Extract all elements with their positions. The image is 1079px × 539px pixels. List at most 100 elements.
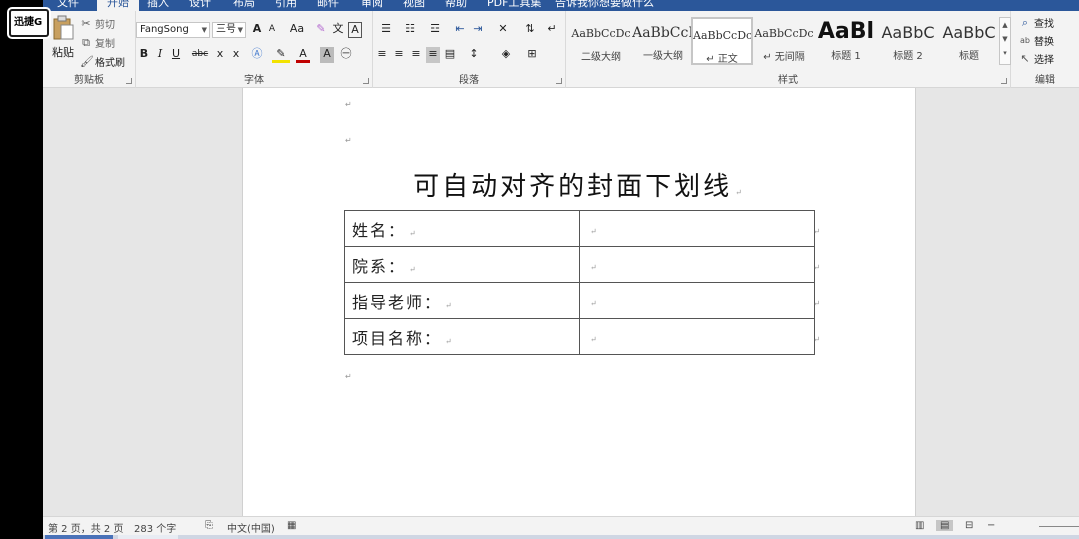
clipboard-launcher-icon[interactable] bbox=[126, 78, 132, 84]
cell-mark: ↵ bbox=[445, 336, 454, 346]
table-cell-label[interactable]: 院系： ↵ bbox=[344, 246, 580, 283]
zoom-out-icon[interactable]: − bbox=[987, 520, 995, 531]
styles-group-label: 样式 bbox=[778, 75, 798, 86]
tell-me-search[interactable]: 告诉我你想要做什么 bbox=[555, 0, 654, 10]
style-sample: AaBbC bbox=[942, 23, 996, 42]
tab-home[interactable]: 开始 bbox=[97, 0, 139, 11]
web-layout-icon[interactable]: ⊟ bbox=[965, 520, 973, 531]
cell-mark: ↵ bbox=[590, 227, 599, 236]
replace-button[interactable]: ab 替换 bbox=[1019, 33, 1054, 49]
highlight-icon[interactable]: ✎ bbox=[272, 47, 290, 63]
style-item[interactable]: AaBbC 标题 bbox=[938, 17, 1000, 65]
tab-references[interactable]: 引用 bbox=[275, 0, 297, 10]
style-sample: AaBbC bbox=[881, 23, 935, 42]
subscript-button[interactable]: x bbox=[214, 47, 226, 63]
clipboard-group: 粘贴 ✂ 剪切 ⧉ 复制 🖌 格式刷 剪贴板 bbox=[43, 11, 136, 88]
shading-icon[interactable]: ◈ bbox=[495, 47, 517, 63]
style-name: ↵ 正文 bbox=[706, 54, 738, 65]
font-family-select[interactable]: FangSong ▼ bbox=[136, 22, 210, 38]
increase-indent-icon[interactable]: ⇥ bbox=[471, 22, 485, 38]
style-sample: AaBbCcDc bbox=[693, 29, 751, 42]
language-status[interactable]: 中文(中国) bbox=[227, 520, 275, 535]
bullets-icon[interactable]: ☰ bbox=[375, 22, 397, 38]
font-size-select[interactable]: 三号 ▼ bbox=[212, 22, 246, 38]
line-spacing-icon[interactable]: ↕ bbox=[463, 47, 485, 63]
editing-group: ⌕ 查找 ab 替换 ↖ 选择 编辑 bbox=[1011, 11, 1079, 88]
document-page[interactable]: ↵ ↵ 可自动对齐的封面下划线 ↵ 姓名： ↵ ↵ ↵ 院系： ↵ ↵ ↵ 指导老师： ↵ … bbox=[242, 88, 916, 516]
phonetic-guide-button[interactable]: 文 bbox=[331, 22, 345, 38]
page-count-status[interactable]: 第 2 页，共 2 页 bbox=[48, 520, 123, 535]
styles-launcher-icon[interactable] bbox=[1001, 78, 1007, 84]
chinese-layout-icon[interactable]: ✕ bbox=[493, 22, 513, 38]
paste-button[interactable]: 粘贴 bbox=[49, 15, 77, 60]
cut-button[interactable]: ✂ 剪切 bbox=[80, 16, 115, 31]
find-button[interactable]: ⌕ 查找 bbox=[1019, 15, 1054, 30]
tab-mailings[interactable]: 邮件 bbox=[317, 0, 339, 10]
style-item[interactable]: AaBbCcI 一级大纲 bbox=[632, 17, 694, 65]
tab-layout[interactable]: 布局 bbox=[233, 0, 255, 10]
justify-icon[interactable]: ≡ bbox=[426, 47, 440, 63]
read-mode-icon[interactable]: ▥ bbox=[915, 520, 924, 531]
clear-format-icon[interactable]: ✎ bbox=[314, 22, 328, 38]
style-item-selected[interactable]: AaBbCcDc ↵ 正文 bbox=[691, 17, 753, 65]
decrease-indent-icon[interactable]: ⇤ bbox=[453, 22, 467, 38]
table-cell-value[interactable]: ↵ ↵ bbox=[579, 246, 820, 283]
word-count-status[interactable]: 283 个字 bbox=[134, 520, 176, 535]
style-name: 一级大纲 bbox=[643, 51, 683, 62]
table-cell-label[interactable]: 指导老师： ↵ bbox=[344, 282, 580, 319]
style-item[interactable]: AaBbCcDc ↵ 无间隔 bbox=[753, 17, 815, 65]
tab-insert[interactable]: 插入 bbox=[147, 0, 169, 10]
style-item[interactable]: AaBbC 标题 2 bbox=[877, 17, 939, 65]
tab-pdf-tools[interactable]: PDF工具集 bbox=[487, 0, 541, 10]
sort-icon[interactable]: ⇅ bbox=[523, 22, 537, 38]
format-painter-button[interactable]: 🖌 格式刷 bbox=[80, 54, 125, 69]
document-title[interactable]: 可自动对齐的封面下划线 ↵ bbox=[243, 166, 915, 203]
show-marks-icon[interactable]: ↵ bbox=[545, 22, 559, 38]
table-cell-value[interactable]: ↵ ↵ bbox=[579, 282, 820, 319]
taskbar-item[interactable] bbox=[118, 535, 178, 539]
paragraph-launcher-icon[interactable] bbox=[556, 78, 562, 84]
tab-design[interactable]: 设计 bbox=[189, 0, 211, 10]
enclose-char-icon[interactable]: ㊀ bbox=[339, 47, 353, 63]
macro-record-icon[interactable]: ▦ bbox=[287, 520, 296, 531]
table-cell-label[interactable]: 项目名称： ↵ bbox=[344, 318, 580, 355]
numbering-icon[interactable]: ☷ bbox=[399, 22, 421, 38]
text-effects-icon[interactable]: Ⓐ bbox=[250, 47, 264, 63]
shrink-font-button[interactable]: A bbox=[266, 22, 278, 38]
align-right-icon[interactable]: ≡ bbox=[409, 47, 423, 63]
style-name: 二级大纲 bbox=[581, 52, 621, 63]
tab-help[interactable]: 帮助 bbox=[445, 0, 467, 10]
table-cell-label[interactable]: 姓名： ↵ bbox=[344, 210, 580, 247]
font-color-icon[interactable]: A bbox=[296, 47, 310, 63]
tab-file[interactable]: 文件 bbox=[57, 0, 79, 10]
styles-gallery-scroll[interactable]: ▲ ▼ ▾ bbox=[999, 17, 1011, 65]
app-badge[interactable]: 迅捷G bbox=[9, 9, 49, 37]
change-case-button[interactable]: Aa bbox=[286, 22, 308, 38]
bold-button[interactable]: B bbox=[138, 47, 150, 63]
copy-button[interactable]: ⧉ 复制 bbox=[80, 35, 115, 50]
char-border-button[interactable]: A bbox=[348, 22, 362, 38]
borders-icon[interactable]: ⊞ bbox=[521, 47, 543, 63]
font-launcher-icon[interactable] bbox=[363, 78, 369, 84]
print-layout-icon[interactable]: ▤ bbox=[936, 520, 954, 531]
tab-view[interactable]: 视图 bbox=[403, 0, 425, 10]
grow-font-button[interactable]: A bbox=[250, 22, 264, 38]
style-item[interactable]: AaBl 标题 1 bbox=[815, 17, 877, 65]
multilevel-list-icon[interactable]: ☲ bbox=[423, 22, 447, 38]
table-cell-value[interactable]: ↵ ↵ bbox=[579, 210, 820, 247]
select-button[interactable]: ↖ 选择 bbox=[1019, 51, 1054, 66]
align-left-icon[interactable]: ≡ bbox=[375, 47, 389, 63]
char-shading-icon[interactable]: A bbox=[320, 47, 334, 63]
underline-button[interactable]: U bbox=[170, 47, 182, 63]
distribute-icon[interactable]: ▤ bbox=[443, 47, 457, 63]
italic-button[interactable]: I bbox=[154, 47, 166, 63]
zoom-slider-track[interactable] bbox=[1039, 526, 1079, 527]
tab-review[interactable]: 审阅 bbox=[361, 0, 383, 10]
superscript-button[interactable]: x bbox=[230, 47, 242, 63]
strikethrough-button[interactable]: abc bbox=[190, 47, 210, 63]
style-item[interactable]: AaBbCcDc 二级大纲 bbox=[570, 17, 632, 65]
proofing-icon[interactable]: ⎘ bbox=[205, 520, 213, 531]
taskbar-item-active[interactable] bbox=[45, 535, 113, 539]
table-cell-value[interactable]: ↵ ↵ bbox=[579, 318, 820, 355]
align-center-icon[interactable]: ≡ bbox=[392, 47, 406, 63]
